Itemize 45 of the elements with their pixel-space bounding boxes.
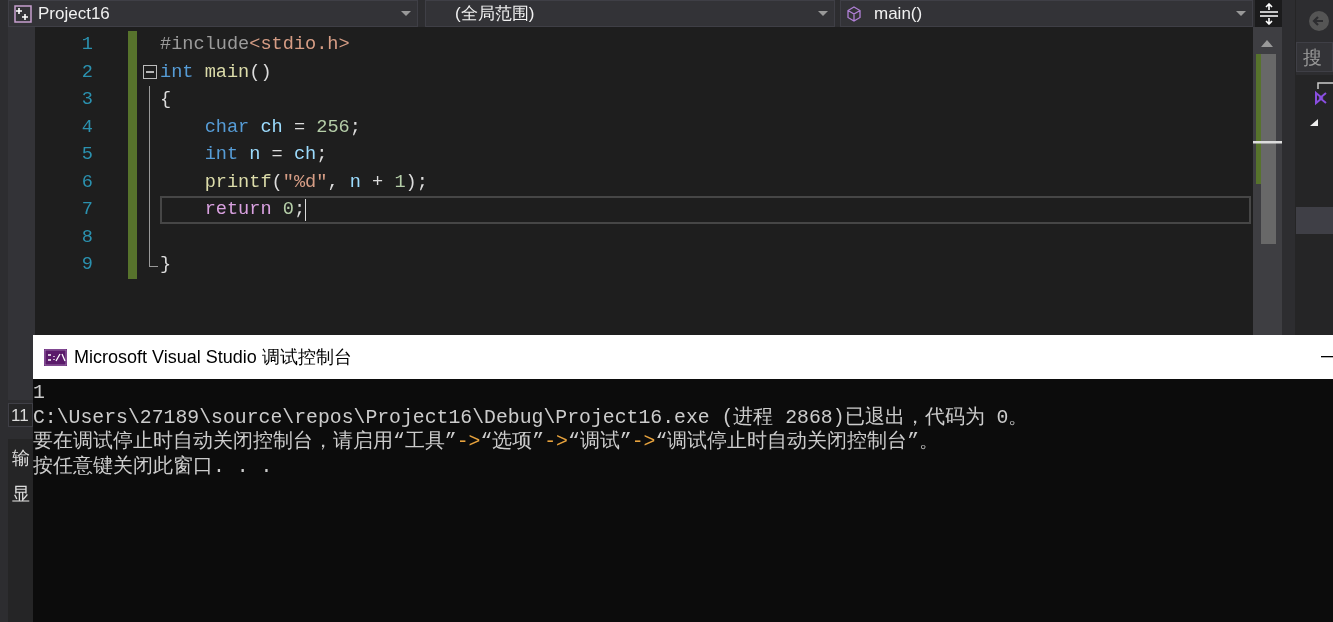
code-line: #include<stdio.h>: [160, 33, 350, 57]
console-output-line: 1: [33, 381, 46, 406]
code-line: int main(): [160, 60, 272, 85]
solution-icon: [1315, 82, 1333, 104]
minimize-icon: [1321, 356, 1333, 358]
console-icon: [44, 348, 67, 366]
console-output-line: C:\Users\27189\source\repos\Project16\Debug\Project16.exe (进程 2868)已退出，代码为 0。: [33, 405, 1030, 430]
code-line: }: [160, 253, 172, 277]
console-output-line: 要在调试停止时自动关闭控制台，请启用“工具”->“选项”->“调试”->“调试停止时自动关闭控制台”。: [33, 430, 941, 455]
collapse-icon[interactable]: [143, 65, 157, 80]
line-number: 9: [80, 253, 94, 277]
scrollbar-thumb[interactable]: [1261, 54, 1276, 244]
project-icon: [14, 4, 32, 23]
code-line: printf("%d", n + 1);: [203, 170, 428, 195]
line-number: 4: [80, 115, 94, 140]
caret-icon: [1236, 10, 1246, 17]
search-field[interactable]: 搜: [1296, 42, 1333, 72]
code-line: int n = ch;: [203, 143, 328, 167]
expand-icon[interactable]: [1310, 119, 1318, 126]
caret-icon: [401, 10, 411, 17]
cube-icon: [846, 5, 862, 22]
code-line: return 0;: [203, 198, 306, 222]
code-line: {: [160, 88, 172, 112]
line-number: 2: [80, 60, 94, 85]
line-number: 8: [80, 225, 94, 250]
panel-tab[interactable]: 输: [8, 447, 33, 469]
console-output-line: 按任意键关闭此窗口. . .: [33, 454, 274, 479]
window-title: Microsoft Visual Studio 调试控制台: [74, 346, 353, 369]
caret-position-mark: [1253, 141, 1282, 144]
line-indicator: 11: [8, 403, 33, 427]
dropdown[interactable]: (全局范围): [425, 0, 835, 27]
text-cursor: [305, 198, 307, 221]
scroll-up-icon[interactable]: [1261, 40, 1273, 47]
line-number: 6: [80, 170, 94, 195]
line-number: 5: [80, 143, 94, 167]
dropdown[interactable]: Project16: [8, 0, 418, 27]
dropdown[interactable]: main(): [840, 0, 1253, 27]
panel-tab[interactable]: 显: [8, 483, 33, 505]
panel-header: [1296, 207, 1333, 234]
caret-icon: [818, 10, 828, 17]
line-number: 3: [80, 88, 94, 112]
line-number: 1: [80, 33, 94, 57]
line-number: 7: [80, 198, 94, 222]
split-window-button[interactable]: [1255, 0, 1282, 27]
code-line: char ch = 256;: [203, 115, 361, 140]
